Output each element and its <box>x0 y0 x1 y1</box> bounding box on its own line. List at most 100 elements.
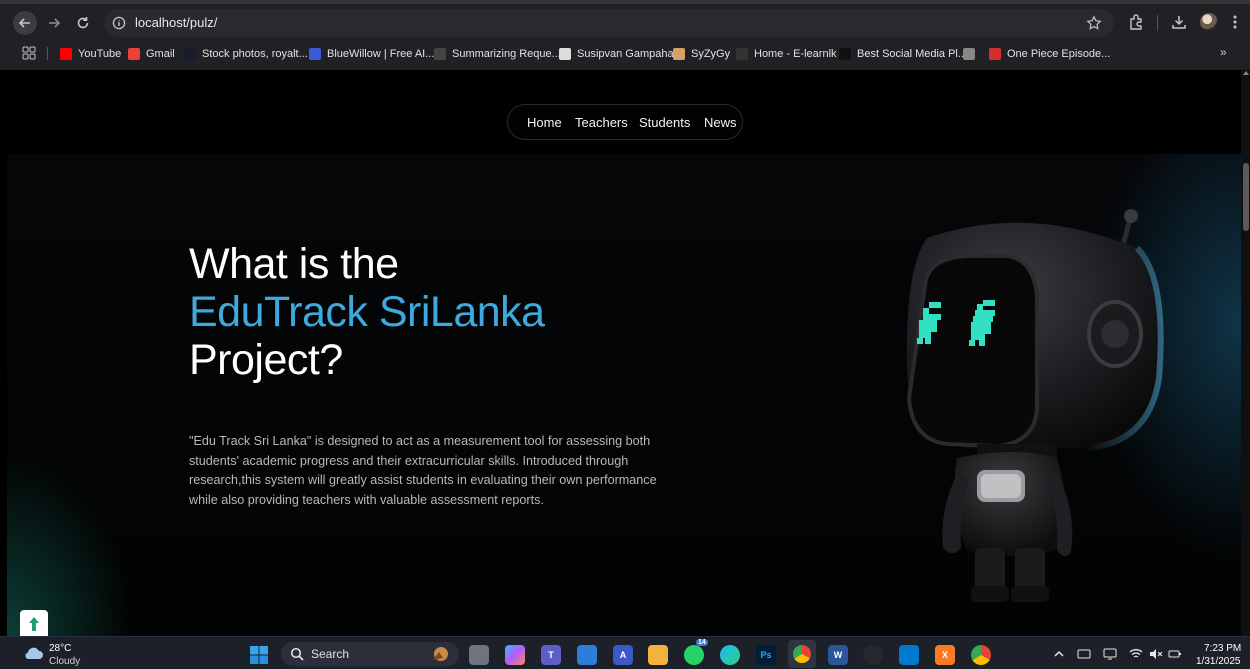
taskbar-search[interactable]: Search <box>281 642 459 666</box>
bookmark-star-icon[interactable] <box>1086 15 1102 31</box>
reload-button[interactable] <box>71 11 95 35</box>
windows-start-icon[interactable] <box>250 646 268 664</box>
nav-students[interactable]: Students <box>639 115 690 130</box>
clock-time[interactable]: 7:23 PM <box>1204 643 1241 654</box>
b-icon <box>839 48 851 60</box>
upload-arrow-icon <box>29 617 39 631</box>
store-icon[interactable] <box>577 645 597 665</box>
bookmarks-overflow-icon[interactable]: » <box>1220 45 1227 59</box>
weather-description[interactable]: Cloudy <box>49 656 80 667</box>
bookmark-item[interactable]: One Piece Episode... <box>989 46 1110 62</box>
arrow-left-icon <box>18 18 30 28</box>
bookmark-item[interactable]: BlueWillow | Free AI... <box>309 46 434 62</box>
bookmark-label: Summarizing Reque... <box>452 48 561 60</box>
copilot-icon[interactable] <box>505 645 525 665</box>
more-vert-icon[interactable] <box>1228 13 1242 31</box>
hero-title-line1: What is the <box>189 240 399 288</box>
floating-widget-button[interactable] <box>20 610 48 638</box>
bookmark-item[interactable] <box>963 46 981 62</box>
main-nav: Home Teachers Students News <box>507 104 743 140</box>
openai-icon <box>434 48 446 60</box>
susipvan-icon <box>559 48 571 60</box>
bookmark-label: Stock photos, royalt... <box>202 48 308 60</box>
hero-title: What is the EduTrack SriLanka Project? <box>189 240 545 384</box>
browser-chrome: localhost/pulz/ YouTube Gmail Stock photos… <box>0 0 1250 70</box>
download-icon[interactable] <box>1170 13 1188 31</box>
chrome-icon[interactable] <box>971 645 991 665</box>
site-info-icon[interactable] <box>112 16 126 30</box>
scrollbar-thumb[interactable] <box>1243 163 1249 231</box>
bookmark-label: SyZyGy <box>691 48 731 60</box>
bookmark-item[interactable]: YouTube <box>60 46 121 62</box>
windows-taskbar: 28°C Cloudy Search T A 14 Ps W X 7:23 PM… <box>0 636 1250 669</box>
file-explorer-icon[interactable] <box>648 645 668 665</box>
azure-icon[interactable]: A <box>613 645 633 665</box>
bookmark-item[interactable]: SyZyGy <box>673 46 730 62</box>
bookmark-item[interactable]: Gmail <box>128 46 175 62</box>
bookmark-item[interactable]: Home - E-learnlk <box>736 46 837 62</box>
whatsapp-icon[interactable]: 14 <box>684 639 708 665</box>
vscode-icon[interactable] <box>899 645 919 665</box>
search-icon <box>290 647 304 661</box>
edge-icon[interactable] <box>720 645 740 665</box>
task-view-icon[interactable] <box>469 645 489 665</box>
bookmark-label: Gmail <box>146 48 175 60</box>
tab-strip-edge <box>0 0 1250 4</box>
hero-title-line3: Project? <box>189 336 343 384</box>
extensions-icon[interactable] <box>1127 13 1145 31</box>
reload-icon <box>77 17 89 29</box>
hero-title-accent: EduTrack SriLanka <box>189 288 545 336</box>
bookmark-item[interactable]: Best Social Media Pl... <box>839 46 967 62</box>
cloud-icon[interactable] <box>22 645 44 661</box>
photoshop-icon[interactable]: Ps <box>756 645 776 665</box>
battery-icon[interactable] <box>1168 648 1182 660</box>
bookmark-label: Susipvan Gampaha <box>577 48 674 60</box>
toolbar-separator <box>1157 15 1158 31</box>
forward-button[interactable] <box>42 11 66 35</box>
chrome-active-icon[interactable] <box>788 640 816 668</box>
gmail-icon <box>128 48 140 60</box>
xampp-icon[interactable]: X <box>935 645 955 665</box>
keyboard-icon[interactable] <box>1077 648 1091 660</box>
clock-date[interactable]: 1/31/2025 <box>1196 656 1241 667</box>
whatsapp-badge: 14 <box>696 639 708 646</box>
profile-avatar[interactable] <box>1200 13 1218 31</box>
speaker-muted-icon[interactable] <box>1149 648 1163 660</box>
nav-news[interactable]: News <box>704 115 737 130</box>
elearn-icon <box>736 48 748 60</box>
bluewillow-icon <box>309 48 321 60</box>
teams-icon[interactable]: T <box>541 645 561 665</box>
weather-temperature[interactable]: 28°C <box>49 643 71 654</box>
nav-home[interactable]: Home <box>527 115 562 130</box>
github-icon[interactable] <box>863 645 883 665</box>
url-text[interactable]: localhost/pulz/ <box>135 15 217 30</box>
web-page: Home Teachers Students News What is the … <box>7 70 1241 636</box>
word-icon[interactable]: W <box>828 645 848 665</box>
address-bar[interactable]: localhost/pulz/ <box>104 9 1114 37</box>
wifi-icon[interactable] <box>1129 648 1143 660</box>
scroll-up-arrow-icon[interactable] <box>1243 71 1249 75</box>
bookmark-label: Best Social Media Pl... <box>857 48 968 60</box>
hero-description: "Edu Track Sri Lanka" is designed to act… <box>189 434 657 507</box>
arrow-right-icon <box>49 18 61 28</box>
bookmark-item[interactable]: Stock photos, royalt... <box>184 46 308 62</box>
display-icon[interactable] <box>1103 648 1117 660</box>
globe-icon <box>963 48 975 60</box>
anime-icon <box>989 48 1001 60</box>
page-scrollbar[interactable] <box>1241 70 1250 636</box>
bookmark-label: BlueWillow | Free AI... <box>327 48 435 60</box>
bookmark-item[interactable]: Summarizing Reque... <box>434 46 561 62</box>
syzygy-icon <box>673 48 685 60</box>
youtube-icon <box>60 48 72 60</box>
back-button[interactable] <box>13 11 37 35</box>
bookmarks-bar: YouTube Gmail Stock photos, royalt... BlueW… <box>0 42 1250 66</box>
bookmark-label: One Piece Episode... <box>1007 48 1111 60</box>
search-label: Search <box>311 647 350 661</box>
nav-teachers[interactable]: Teachers <box>575 115 628 130</box>
bookmark-label: Home - E-learnlk <box>754 48 837 60</box>
stock-icon <box>184 48 196 60</box>
bookmark-item[interactable]: Susipvan Gampaha <box>559 46 674 62</box>
robot-illustration <box>906 209 1164 602</box>
bookmark-label: YouTube <box>78 48 122 60</box>
chevron-up-icon[interactable] <box>1052 648 1066 660</box>
